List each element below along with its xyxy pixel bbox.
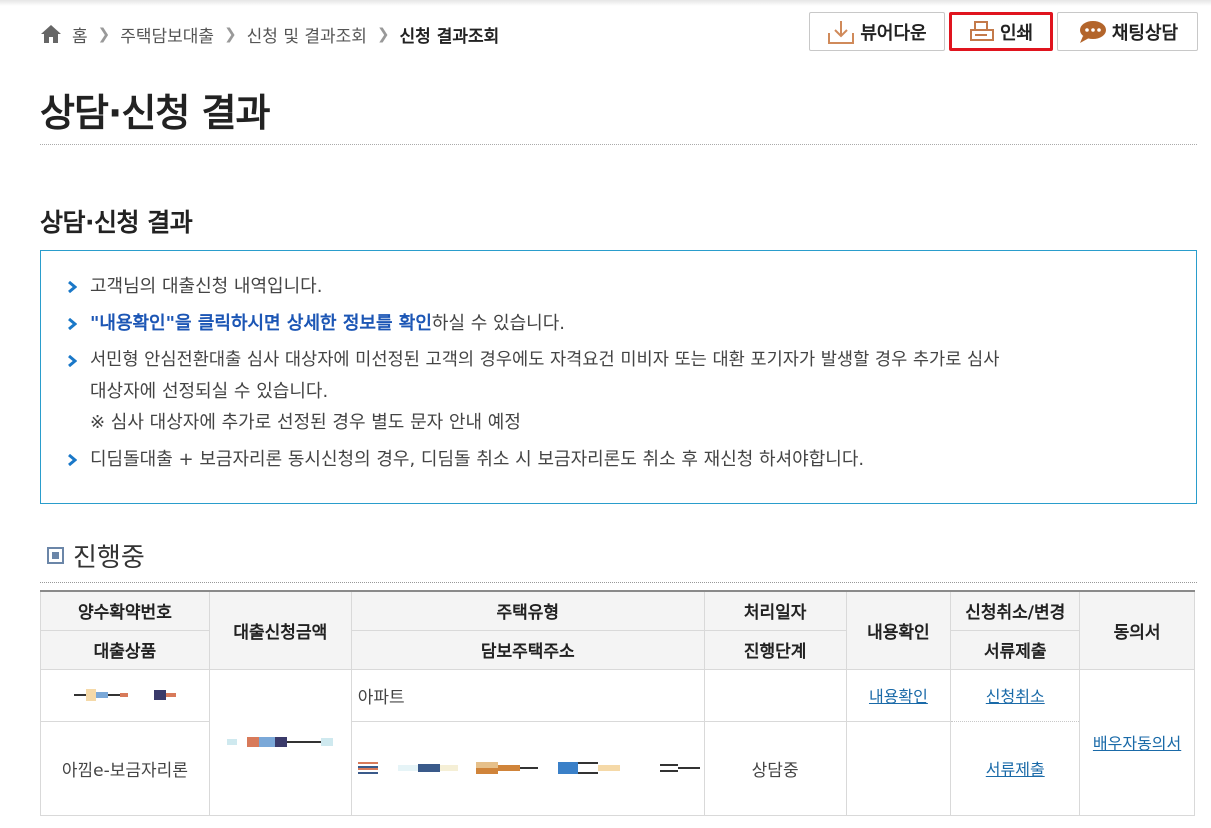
breadcrumb: 홈 ❯ 주택담보대출 ❯ 신청 및 결과조회 ❯ 신청 결과조회 (40, 20, 499, 48)
stage-cell: 상담중 (703, 720, 847, 816)
progress-heading-label: 진행중 (73, 543, 145, 573)
check-cell: 내용확인 (845, 668, 952, 722)
notice-text: 대상자에 선정되실 수 있습니다. (90, 381, 329, 402)
masked-address (357, 762, 700, 774)
notice-highlight: "내용확인"을 클릭하시면 상세한 정보를 확인 (90, 313, 432, 334)
masked-contract-no (73, 689, 176, 701)
address-cell (350, 720, 705, 816)
header-cancel-change: 신청취소/변경 (950, 590, 1081, 631)
header-check: 내용확인 (845, 590, 952, 670)
progress-divider (40, 582, 1197, 583)
cancel-application-link[interactable]: 신청취소 (986, 687, 1045, 706)
amount-cell (208, 668, 352, 816)
title-divider (40, 144, 1197, 145)
print-button[interactable]: 인쇄 (949, 12, 1053, 51)
breadcrumb-current: 신청 결과조회 (399, 26, 500, 47)
breadcrumb-home[interactable]: 홈 (72, 22, 88, 47)
header-consent: 동의서 (1079, 590, 1195, 670)
masked-amount (227, 737, 334, 747)
notice-item: 디딤돌대출 + 보금자리론 동시신청의 경우, 디딤돌 취소 시 보금자리론도 … (67, 444, 1170, 475)
chevron-right-icon (68, 454, 77, 466)
table-row: 아파트 내용확인 신청취소 배우자동의서 (40, 668, 1195, 816)
header-contract-no: 양수확약번호 (40, 590, 210, 631)
header-documents: 서류제출 (950, 629, 1081, 670)
notice-item: 고객님의 대출신청 내역입니다. (67, 271, 1170, 302)
chevron-right-icon: ❯ (97, 25, 111, 43)
notice-text: 고객님의 대출신청 내역입니다. (90, 276, 323, 297)
contract-no-cell (40, 668, 210, 722)
header-loan-product: 대출상품 (40, 629, 210, 670)
chevron-right-icon (68, 318, 77, 330)
header-process-date: 처리일자 (703, 590, 847, 631)
application-table: 양수확약번호 대출신청금액 주택유형 처리일자 내용확인 신청취소/변경 동의서… (40, 590, 1195, 816)
consent-cell: 배우자동의서 (1079, 668, 1195, 816)
download-icon (828, 20, 855, 44)
chat-consult-button[interactable]: 채팅상담 (1057, 12, 1198, 51)
notice-item: 서민형 안심전환대출 심사 대상자에 미선정된 고객의 경우에도 자격요건 미비… (67, 345, 1170, 438)
spouse-consent-link[interactable]: 배우자동의서 (1093, 734, 1181, 753)
progress-heading: 진행중 (47, 537, 145, 574)
square-bullet-icon (47, 547, 64, 564)
cancel-cell: 신청취소 (950, 668, 1081, 722)
submit-documents-link[interactable]: 서류제출 (986, 760, 1045, 779)
print-label: 인쇄 (999, 22, 1034, 44)
check-empty-cell (845, 720, 952, 816)
notice-item: "내용확인"을 클릭하시면 상세한 정보를 확인하실 수 있습니다. (67, 308, 1170, 339)
notice-text: ※ 심사 대상자에 추가로 선정된 경우 별도 문자 안내 예정 (90, 412, 521, 433)
chat-bubble-icon (1079, 20, 1106, 43)
check-link[interactable]: 내용확인 (869, 687, 928, 706)
notice-text: 서민형 안심전환대출 심사 대상자에 미선정된 고객의 경우에도 자격요건 미비… (90, 350, 1000, 370)
breadcrumb-item-mortgage[interactable]: 주택담보대출 (120, 22, 214, 47)
viewer-download-button[interactable]: 뷰어다운 (809, 12, 945, 51)
header-address: 담보주택주소 (350, 629, 705, 670)
page-actions: 뷰어다운 인쇄 채팅상담 (809, 12, 1198, 51)
process-date-cell (703, 668, 847, 722)
chat-consult-label: 채팅상담 (1111, 22, 1179, 44)
home-icon[interactable] (40, 24, 62, 44)
page-title: 상담·신청 결과 (40, 91, 270, 135)
header-amount: 대출신청금액 (208, 590, 352, 670)
chevron-right-icon: ❯ (224, 25, 237, 43)
chevron-right-icon (68, 281, 77, 293)
breadcrumb-item-apply[interactable]: 신청 및 결과조회 (247, 22, 367, 47)
top-shadow-bar (0, 0, 1211, 6)
notice-text: 하실 수 있습니다. (431, 313, 565, 334)
house-type-cell: 아파트 (350, 668, 705, 722)
chevron-right-icon (68, 355, 77, 367)
loan-product-cell: 아낌e-보금자리론 (40, 720, 210, 816)
chevron-right-icon: ❯ (376, 25, 390, 43)
header-house-type: 주택유형 (350, 590, 705, 631)
documents-cell: 서류제출 (950, 720, 1081, 816)
section-title: 상담·신청 결과 (40, 208, 193, 237)
header-stage: 진행단계 (703, 629, 847, 670)
viewer-download-label: 뷰어다운 (860, 22, 927, 44)
notice-box: 고객님의 대출신청 내역입니다. "내용확인"을 클릭하시면 상세한 정보를 확… (40, 250, 1197, 504)
notice-text: 디딤돌대출 + 보금자리론 동시신청의 경우, 디딤돌 취소 시 보금자리론도 … (90, 449, 865, 470)
printer-icon (969, 20, 994, 41)
